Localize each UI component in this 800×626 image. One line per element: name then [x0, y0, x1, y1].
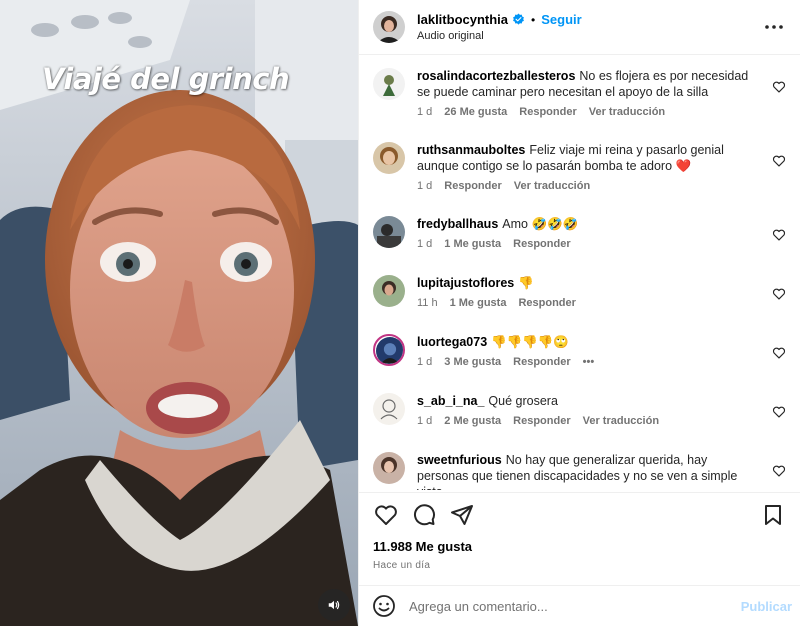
comment-likes[interactable]: 1 Me gusta	[444, 238, 501, 250]
comment-username[interactable]: fredyballhaus	[417, 217, 498, 231]
heart-icon[interactable]	[772, 154, 786, 168]
comment-username[interactable]: ruthsanmauboltes	[417, 143, 525, 157]
comment-username[interactable]: s_ab_i_na_	[417, 394, 484, 408]
reply-button[interactable]: Responder	[519, 106, 576, 118]
share-button[interactable]	[443, 496, 481, 534]
more-horizontal-icon	[765, 25, 783, 29]
see-translation-button[interactable]: Ver traducción	[514, 180, 590, 192]
heart-icon[interactable]	[772, 228, 786, 242]
reply-button[interactable]: Responder	[513, 415, 570, 427]
likes-count[interactable]: 11.988 Me gusta	[359, 537, 800, 554]
comment-likes[interactable]: 26 Me gusta	[444, 106, 507, 118]
post-header: laklitbocynthia • Seguir Audio original	[359, 0, 800, 55]
reply-button[interactable]: Responder	[513, 238, 570, 250]
comment-time[interactable]: 1 d	[417, 180, 432, 192]
emoji-button[interactable]	[371, 593, 397, 619]
post-actions: 11.988 Me gusta Hace un día	[359, 492, 800, 571]
comment-time[interactable]: 1 d	[417, 415, 432, 427]
video-caption: Viajé del grinch	[42, 62, 290, 96]
comment-text: Amo 🤣🤣🤣	[502, 217, 579, 231]
audio-toggle-button[interactable]	[318, 589, 350, 621]
reply-button[interactable]: Responder	[518, 297, 575, 309]
comment-text: 👎	[518, 276, 534, 290]
comment-item: ruthsanmauboltes Feliz viaje mi reina y p…	[373, 142, 794, 192]
comment-item: lupitajustoflores 👎 11 h 1 Me gusta Respo…	[373, 275, 794, 309]
comment-username[interactable]: rosalindacortezballesteros	[417, 69, 575, 83]
heart-icon[interactable]	[772, 405, 786, 419]
see-translation-button[interactable]: Ver traducción	[583, 415, 659, 427]
bookmark-icon	[765, 505, 781, 525]
post-timestamp[interactable]: Hace un día	[359, 554, 800, 571]
comment-time[interactable]: 1 d	[417, 106, 432, 118]
comment-username[interactable]: sweetnfurious	[417, 453, 502, 467]
author-username[interactable]: laklitbocynthia	[417, 12, 508, 27]
commenter-avatar[interactable]	[373, 452, 405, 484]
heart-icon[interactable]	[772, 346, 786, 360]
follow-button[interactable]: Seguir	[541, 12, 581, 27]
commenter-avatar[interactable]	[373, 216, 405, 248]
commenter-avatar-story-ring[interactable]	[373, 334, 405, 366]
comment-likes[interactable]: 3 Me gusta	[444, 356, 501, 368]
comments-list[interactable]: rosalindacortezballesteros No es flojera …	[359, 56, 800, 490]
comment-item: luortega073 👎👎👎👎🙄 1 d 3 Me gusta Responde…	[373, 334, 794, 368]
comment-item: rosalindacortezballesteros No es flojera …	[373, 68, 794, 118]
comment-icon	[413, 504, 435, 526]
author-avatar[interactable]	[373, 11, 405, 43]
save-button[interactable]	[754, 496, 792, 534]
like-button[interactable]	[367, 496, 405, 534]
comment-button[interactable]	[405, 496, 443, 534]
comment-username[interactable]: lupitajustoflores	[417, 276, 514, 290]
commenter-avatar[interactable]	[373, 142, 405, 174]
reply-button[interactable]: Responder	[513, 356, 570, 368]
comment-time[interactable]: 1 d	[417, 238, 432, 250]
verified-badge-icon	[512, 13, 525, 26]
heart-icon[interactable]	[772, 80, 786, 94]
comment-username[interactable]: luortega073	[417, 335, 487, 349]
comment-item: s_ab_i_na_ Qué grosera 1 d 2 Me gusta Res…	[373, 393, 794, 427]
heart-icon[interactable]	[772, 464, 786, 478]
heart-icon[interactable]	[772, 287, 786, 301]
commenter-avatar[interactable]	[373, 68, 405, 100]
commenter-avatar[interactable]	[373, 393, 405, 425]
post-details-panel: laklitbocynthia • Seguir Audio original	[358, 0, 800, 626]
reply-button[interactable]: Responder	[444, 180, 501, 192]
share-icon	[451, 505, 473, 525]
comment-composer: Publicar	[359, 585, 800, 626]
video-player[interactable]: Viajé del grinch	[0, 0, 358, 626]
see-translation-button[interactable]: Ver traducción	[589, 106, 665, 118]
comment-item: sweetnfurious No hay que generalizar quer…	[373, 452, 794, 490]
emoji-icon	[373, 595, 395, 617]
audio-source-link[interactable]: Audio original	[417, 30, 762, 42]
comment-time[interactable]: 1 d	[417, 356, 432, 368]
publish-button[interactable]: Publicar	[741, 599, 792, 614]
speaker-icon	[328, 600, 340, 610]
comment-item: fredyballhaus Amo 🤣🤣🤣 1 d 1 Me gusta Resp…	[373, 216, 794, 250]
comment-text: 👎👎👎👎🙄	[491, 335, 569, 349]
comment-text: Qué grosera	[488, 394, 558, 408]
heart-icon	[375, 505, 397, 525]
comment-input[interactable]	[409, 598, 741, 614]
comment-likes[interactable]: 1 Me gusta	[450, 297, 507, 309]
commenter-avatar[interactable]	[373, 275, 405, 307]
comment-options-button[interactable]: •••	[583, 356, 595, 368]
more-options-button[interactable]	[762, 15, 786, 39]
comment-time[interactable]: 11 h	[417, 297, 438, 309]
separator-dot: •	[531, 12, 536, 27]
comment-likes[interactable]: 2 Me gusta	[444, 415, 501, 427]
